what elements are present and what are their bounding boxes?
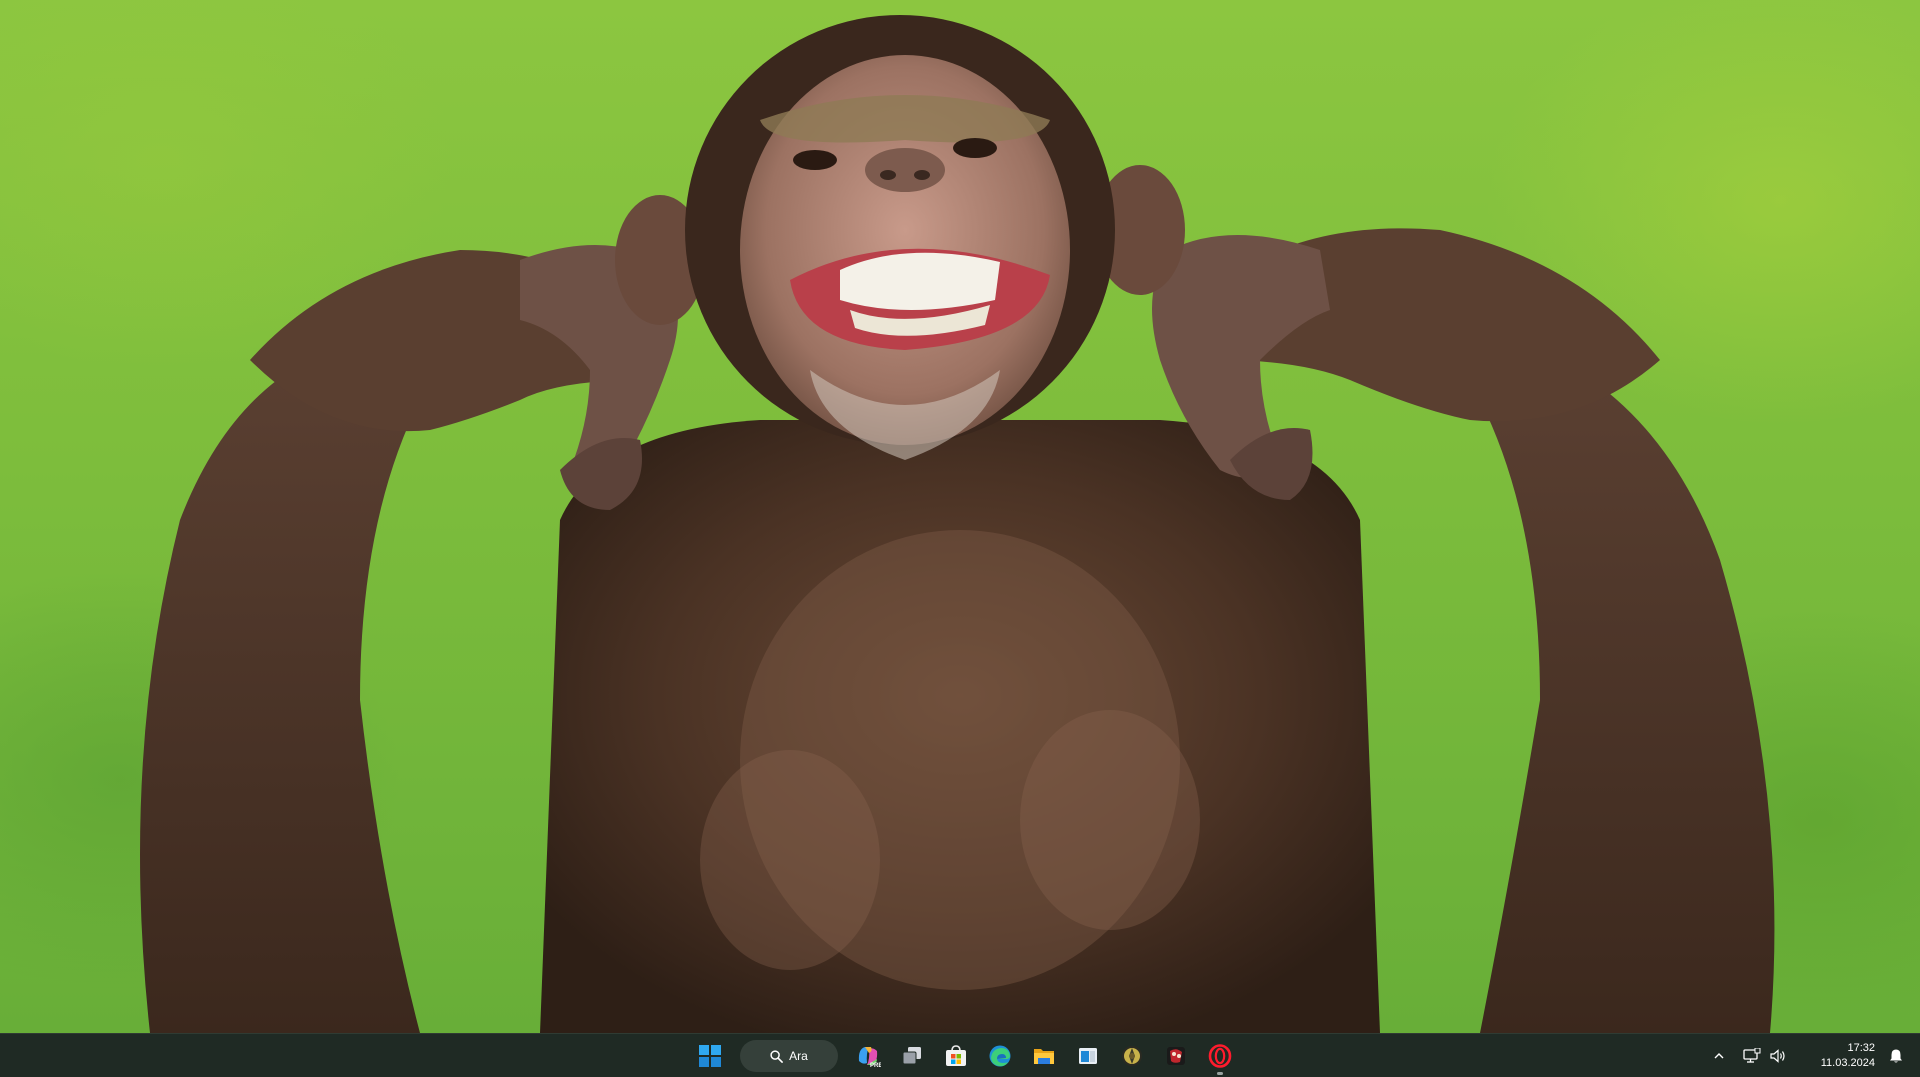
copilot-icon: PRE — [858, 1047, 881, 1069]
volume-icon — [1770, 1049, 1785, 1063]
network-icon — [1743, 1048, 1761, 1063]
media-app-button[interactable] — [1156, 1036, 1196, 1076]
network-status-button[interactable] — [1740, 1040, 1764, 1072]
show-hidden-icons-button[interactable] — [1707, 1040, 1731, 1072]
microsoft-store-button[interactable] — [936, 1036, 976, 1076]
notifications-button[interactable] — [1884, 1040, 1908, 1072]
clock-date: 11.03.2024 — [1820, 1057, 1875, 1069]
search-icon — [770, 1049, 784, 1063]
edge-button[interactable] — [980, 1036, 1020, 1076]
start-button[interactable] — [690, 1036, 730, 1076]
chevron-up-icon — [1714, 1053, 1724, 1059]
task-view-icon — [902, 1047, 921, 1065]
windows-logo-icon — [699, 1045, 721, 1067]
search-label: Ara — [789, 1049, 808, 1063]
file-explorer-button[interactable] — [1024, 1036, 1064, 1076]
game-app-button[interactable] — [1112, 1036, 1152, 1076]
app-window-button[interactable] — [1068, 1036, 1108, 1076]
microsoft-store-icon — [946, 1045, 966, 1066]
system-tray: 17:32 11.03.2024 — [1706, 1034, 1920, 1077]
media-app-icon — [1167, 1047, 1185, 1065]
file-explorer-icon — [1034, 1049, 1054, 1064]
taskbar: Ara PRE 17:32 11.03.2024 — [0, 1033, 1920, 1077]
opera-button[interactable] — [1200, 1036, 1240, 1076]
svg-text:PRE: PRE — [870, 1063, 881, 1069]
clock-button[interactable]: 17:32 11.03.2024 — [1805, 1041, 1875, 1071]
desktop-wallpaper — [0, 0, 1920, 1033]
opera-icon — [1208, 1044, 1232, 1068]
clock-time: 17:32 — [1847, 1042, 1875, 1054]
game-app-icon — [1122, 1046, 1142, 1066]
chimpanzee-wallpaper-image — [140, 15, 1775, 1033]
volume-button[interactable] — [1766, 1040, 1790, 1072]
taskbar-center: Ara PRE — [690, 1034, 1240, 1077]
edge-icon — [989, 1045, 1011, 1067]
copilot-button[interactable]: PRE — [848, 1036, 888, 1076]
opera-running-indicator — [1217, 1072, 1223, 1075]
task-view-button[interactable] — [892, 1036, 932, 1076]
bell-icon — [1890, 1049, 1902, 1063]
app-window-icon — [1079, 1048, 1097, 1064]
search-box[interactable]: Ara — [740, 1040, 838, 1072]
